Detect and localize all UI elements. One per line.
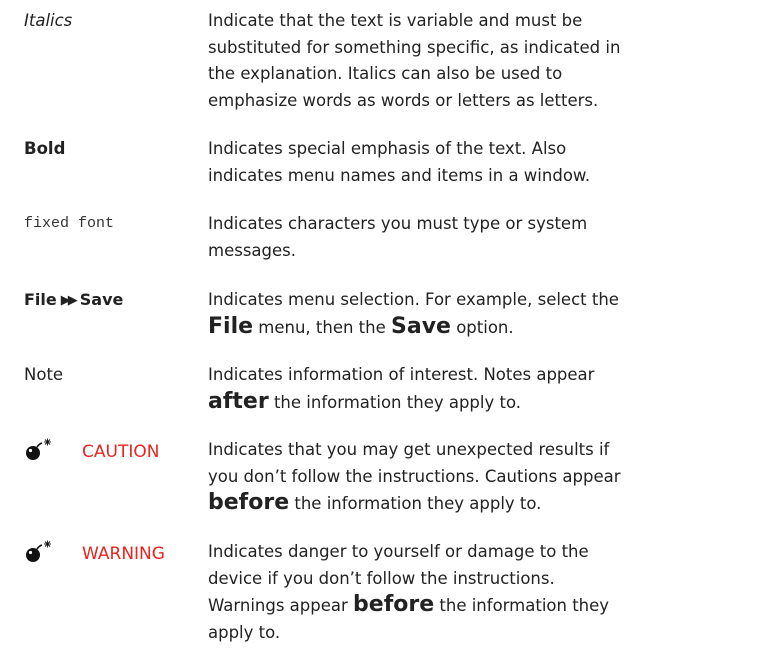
bomb-icon: [26, 438, 51, 460]
convention-description: Indicates that you may get unexpected re…: [208, 437, 760, 518]
double-chevron-icon: ▶▶: [60, 293, 78, 308]
emphasis-file: File: [208, 313, 254, 339]
convention-description: Indicates menu selection. For example, s…: [208, 287, 760, 341]
emphasis-save: Save: [391, 313, 451, 339]
description-line: substituted for something specific, as i…: [208, 37, 621, 57]
menu-term-file: File: [24, 290, 57, 309]
description-text: the information they apply to.: [289, 494, 542, 513]
description-line: device if you don’t follow the instructi…: [208, 568, 555, 588]
convention-description: Indicates information of interest. Notes…: [208, 362, 760, 416]
description-line: indicates menu names and items in a wind…: [208, 165, 591, 185]
description-text: option.: [450, 317, 514, 337]
description-text: Warnings appear: [208, 596, 354, 615]
description-line: File menu, then the Save option.: [208, 314, 760, 342]
description-line: emphasize words as words or letters as l…: [208, 90, 599, 110]
description-line: Indicates information of interest. Notes…: [208, 365, 595, 384]
emphasis-before: before: [208, 490, 290, 515]
description-line: Indicates menu selection. For example, s…: [208, 290, 619, 309]
convention-term: File ▶▶ Save: [24, 287, 123, 315]
description-line: Indicates characters you must type or sy…: [208, 214, 588, 233]
convention-description: Indicates danger to yourself or damage t…: [208, 539, 760, 646]
convention-term: Note: [24, 365, 64, 384]
description-line: after the information they apply to.: [208, 389, 760, 417]
description-line: Indicates special emphasis of the text. …: [208, 139, 567, 158]
description-text: the information they apply to.: [268, 392, 522, 412]
convention-description: Indicate that the text is variable and m…: [208, 8, 760, 114]
description-line: the explanation. Italics can also be use…: [208, 64, 563, 83]
description-text: the information they: [434, 596, 610, 615]
emphasis-before: before: [353, 592, 435, 617]
bomb-icon: [26, 540, 51, 562]
convention-term-warning: WARNING: [82, 544, 165, 564]
description-line: before the information they apply to.: [208, 490, 760, 518]
description-line: Indicates danger to yourself or damage t…: [208, 542, 589, 561]
menu-term-save: Save: [79, 290, 124, 309]
description-line: Warnings appear before the information t…: [208, 592, 760, 620]
description-line: Indicate that the text is variable and m…: [208, 11, 583, 30]
description-line: messages.: [208, 240, 296, 260]
convention-term: fixed font: [24, 215, 115, 232]
convention-description: Indicates special emphasis of the text. …: [208, 136, 760, 189]
description-line: Indicates that you may get unexpected re…: [208, 440, 610, 459]
convention-description: Indicates characters you must type or sy…: [208, 211, 760, 264]
description-text: menu, then the: [253, 317, 392, 337]
description-line: you don’t follow the instructions. Cauti…: [208, 466, 621, 486]
convention-term-caution: CAUTION: [82, 442, 160, 462]
convention-term: Italics: [24, 11, 73, 30]
description-line: apply to.: [208, 622, 281, 642]
emphasis-after: after: [208, 388, 269, 414]
convention-term: Bold: [24, 139, 66, 158]
